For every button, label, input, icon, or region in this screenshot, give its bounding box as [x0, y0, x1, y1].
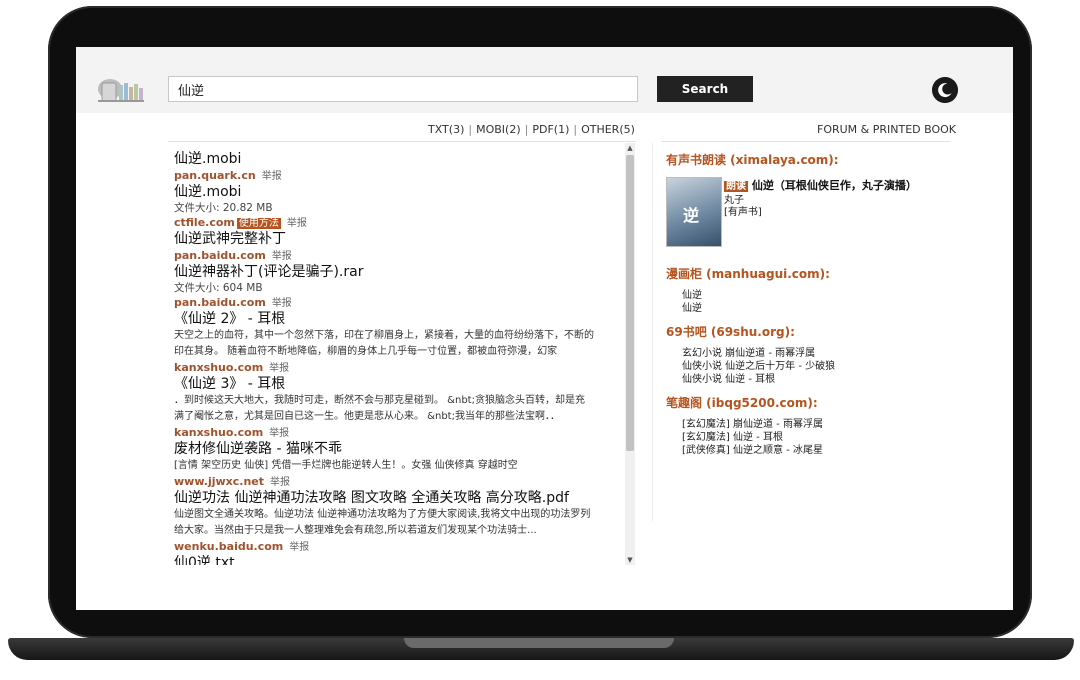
report-link[interactable]: 举报	[281, 218, 307, 229]
format-filter-bar: TXT(3) | MOBI(2) | PDF(1) | OTHER(5)	[428, 123, 635, 136]
manhuagui-section-title: 漫画柜 (manhuagui.com):	[666, 267, 830, 281]
column-divider	[652, 143, 653, 521]
browser-screen: Search TXT(3)|MOBI(2)|PDF(1)|OTHER(5) FO…	[76, 47, 1013, 610]
result-item: 仙逆.mobi 文件大小: 20.82 MB ctfile.com 使用方法 举报	[174, 184, 622, 231]
biquge-list: [玄幻魔法] 崩仙逆道 - 雨幂浮属 [玄幻魔法] 仙逆 - 耳根 [武侠修真]…	[682, 418, 966, 457]
result-description: [言情 架空历史 仙侠] 凭借一手烂牌也能逆转人生！。女强 仙侠修真 穿越时空	[174, 460, 518, 471]
result-source[interactable]: pan.quark.cn	[174, 169, 256, 182]
result-source[interactable]: kanxshuo.com	[174, 426, 263, 439]
result-item: 仙逆功法 仙逆神通功法攻略 图文攻略 全通关攻略 高分攻略.pdf 仙逆图文全通…	[174, 490, 622, 555]
audiobook-card[interactable]: 逆 朗读 仙逆（耳根仙侠巨作，丸子演播） 丸子 [有声书]	[666, 175, 966, 265]
result-title[interactable]: 仙逆武神完整补丁	[174, 231, 622, 248]
divider	[168, 141, 636, 142]
result-description: 天空之上的血符，其中一个忽然下落，印在了柳眉身上，紧接着，大量的血符纷纷落下，不…	[174, 330, 594, 357]
result-title[interactable]: 《仙逆 3》 - 耳根	[174, 376, 622, 393]
result-source[interactable]: wenku.baidu.com	[174, 540, 283, 553]
filter-mobi[interactable]: MOBI(2)	[476, 123, 521, 136]
manhuagui-list: 仙逆 仙逆	[682, 289, 966, 315]
result-title[interactable]: 《仙逆 2》 - 耳根	[174, 311, 622, 328]
cover-title: 逆	[683, 206, 700, 225]
search-input[interactable]	[168, 76, 638, 102]
result-item: 《仙逆 3》 - 耳根 ．到时候这天大地大，我随时可走，断然不会与那克星碰到。 …	[174, 376, 622, 441]
audiobook-tag: [有声书]	[724, 207, 762, 218]
results-scrollbar[interactable]: ▲ ▼	[625, 143, 635, 565]
report-link[interactable]: 举报	[263, 363, 289, 374]
list-item[interactable]: 仙侠小说 仙逆之后十万年 - 少破狼	[682, 360, 966, 373]
file-size: 文件大小: 20.82 MB	[174, 202, 273, 214]
result-item: 仙逆武神完整补丁 pan.baidu.com 举报	[174, 231, 622, 264]
list-item[interactable]: 玄幻小说 崩仙逆道 - 雨幂浮属	[682, 347, 966, 360]
file-size: 文件大小: 604 MB	[174, 282, 263, 294]
filter-other[interactable]: OTHER(5)	[581, 123, 635, 136]
site-logo-icon[interactable]	[96, 75, 146, 103]
result-item: 《仙逆 2》 - 耳根 天空之上的血符，其中一个忽然下落，印在了柳眉身上，紧接着…	[174, 311, 622, 376]
scroll-down-arrow-icon[interactable]: ▼	[625, 555, 635, 565]
result-title[interactable]: 仙逆.mobi	[174, 184, 622, 201]
scroll-thumb[interactable]	[626, 155, 634, 451]
result-description: 仙逆图文全通关攻略。仙逆功法 仙逆神通功法攻略为了方便大家阅读,我将文中出现的功…	[174, 509, 591, 536]
report-link[interactable]: 举报	[256, 171, 282, 182]
result-title[interactable]: 仙0逆.txt	[174, 555, 622, 565]
result-source[interactable]: pan.baidu.com	[174, 249, 266, 262]
shu69-section-title: 69书吧 (69shu.org):	[666, 325, 795, 339]
report-link[interactable]: 举报	[283, 542, 309, 553]
audiobook-cover[interactable]: 逆	[666, 177, 722, 247]
divider	[661, 141, 951, 142]
search-button[interactable]: Search	[657, 76, 753, 102]
list-item[interactable]: [玄幻魔法] 崩仙逆道 - 雨幂浮属	[682, 418, 966, 431]
result-description: ．到时候这天大地大，我随时可走，断然不会与那克星碰到。 &nbt;贪狼脑念头百转…	[174, 395, 585, 422]
result-item: 仙0逆.txt	[174, 555, 622, 565]
list-item[interactable]: [武侠修真] 仙逆之顺意 - 冰尾星	[682, 444, 966, 457]
result-source[interactable]: kanxshuo.com	[174, 361, 263, 374]
usage-badge[interactable]: 使用方法	[236, 218, 281, 229]
scroll-up-arrow-icon[interactable]: ▲	[625, 143, 635, 153]
result-title[interactable]: 仙逆功法 仙逆神通功法攻略 图文攻略 全通关攻略 高分攻略.pdf	[174, 490, 622, 507]
dark-mode-toggle-icon[interactable]	[932, 77, 958, 103]
list-item[interactable]: [玄幻魔法] 仙逆 - 耳根	[682, 431, 966, 444]
result-source[interactable]: pan.baidu.com	[174, 296, 266, 309]
laptop-notch	[404, 638, 674, 648]
related-sources-panel: 有声书朗读 (ximalaya.com): 逆 朗读 仙逆（耳根仙侠巨作，丸子演…	[666, 151, 966, 465]
result-title[interactable]: 废材修仙逆袭路 - 猫咪不乖	[174, 441, 622, 458]
result-source[interactable]: www.jjwxc.net	[174, 475, 264, 488]
result-title[interactable]: 仙逆神器补丁(评论是骗子).rar	[174, 264, 622, 281]
audiobook-section-title: 有声书朗读 (ximalaya.com):	[666, 153, 839, 167]
result-item: 仙逆神器补丁(评论是骗子).rar 文件大小: 604 MB pan.baidu…	[174, 264, 622, 311]
audiobook-title-text: 仙逆（耳根仙侠巨作，丸子演播）	[751, 179, 917, 192]
filter-txt[interactable]: TXT(3)	[428, 123, 464, 136]
result-item: 废材修仙逆袭路 - 猫咪不乖 [言情 架空历史 仙侠] 凭借一手烂牌也能逆转人生…	[174, 441, 622, 490]
header: Search	[76, 47, 1013, 113]
filter-pdf[interactable]: PDF(1)	[532, 123, 569, 136]
result-item: 仙逆.mobi pan.quark.cn 举报	[174, 151, 622, 184]
forum-printed-book-link[interactable]: FORUM & PRINTED BOOK	[817, 123, 956, 136]
report-link[interactable]: 举报	[263, 428, 289, 439]
report-link[interactable]: 举报	[266, 298, 292, 309]
results-list: 仙逆.mobi pan.quark.cn 举报 仙逆.mobi 文件大小: 20.…	[174, 151, 622, 565]
shu69-list: 玄幻小说 崩仙逆道 - 雨幂浮属 仙侠小说 仙逆之后十万年 - 少破狼 仙侠小说…	[682, 347, 966, 386]
result-title[interactable]: 仙逆.mobi	[174, 151, 622, 168]
result-source[interactable]: ctfile.com	[174, 216, 235, 229]
report-link[interactable]: 举报	[266, 251, 292, 262]
list-item[interactable]: 仙逆	[682, 289, 966, 302]
report-link[interactable]: 举报	[264, 477, 290, 488]
audiobook-title[interactable]: 朗读 仙逆（耳根仙侠巨作，丸子演播）	[724, 177, 917, 193]
list-item[interactable]: 仙侠小说 仙逆 - 耳根	[682, 373, 966, 386]
biquge-section-title: 笔趣阁 (ibqg5200.com):	[666, 396, 818, 410]
list-item[interactable]: 仙逆	[682, 302, 966, 315]
